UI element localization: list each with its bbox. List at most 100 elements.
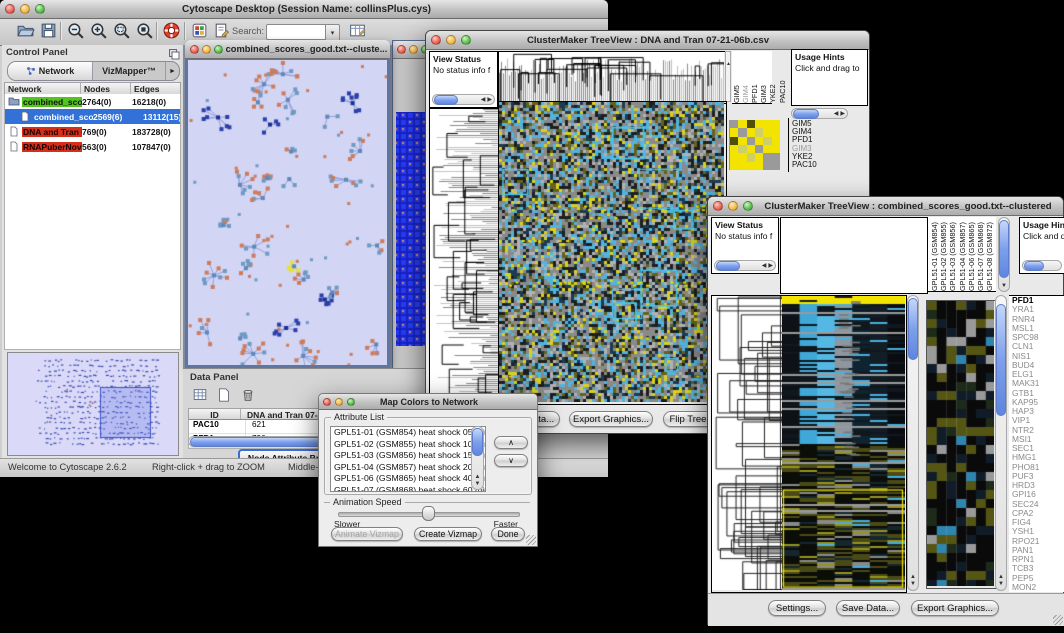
attribute-list-item[interactable]: GPL51-06 (GSM865) heat shock 40 min (331, 473, 485, 485)
annotation-toolbar-icon[interactable] (212, 21, 231, 40)
scroll-up-icon[interactable]: ▲ (998, 574, 1004, 580)
scroll-right-icon[interactable]: ▶ (768, 263, 773, 269)
scroll-down-icon[interactable]: ▼ (475, 481, 481, 487)
resize-grip[interactable] (526, 535, 536, 545)
zoom-heatmap-vscrollbar[interactable]: ▲ ▼ (995, 295, 1007, 591)
treeview2-titlebar[interactable]: ClusterMaker TreeView : combined_scores_… (708, 197, 1063, 216)
overview-canvas[interactable] (8, 353, 178, 455)
network-row[interactable]: combined_sco 2569(6) 13112(15) (5, 109, 180, 124)
treeview2-zoom-heatmap[interactable] (926, 300, 997, 589)
scroll-down-icon[interactable]: ▼ (910, 581, 916, 587)
table-grid-icon[interactable] (192, 387, 208, 403)
dendrogram-vscrollbar[interactable]: ▲ (725, 51, 731, 102)
attribute-listbox[interactable]: GPL51-01 (GSM854) heat shock 05 minGPL51… (330, 426, 486, 492)
treeview1-heatmap[interactable] (498, 101, 727, 405)
scroll-down-icon[interactable]: ▼ (1001, 283, 1007, 289)
treeview1-titlebar[interactable]: ClusterMaker TreeView : DNA and Tran 07-… (426, 31, 869, 50)
minimize-icon[interactable] (446, 35, 456, 45)
attribute-list-item[interactable]: GPL51-04 (GSM857) heat shock 20 min (331, 462, 485, 474)
zoom-window-icon[interactable] (743, 201, 753, 211)
move-down-button[interactable]: ∨ (494, 454, 528, 467)
minimize-icon[interactable] (335, 398, 343, 406)
zoom-window-icon[interactable] (35, 4, 45, 14)
scroll-left-icon[interactable]: ◀ (481, 97, 486, 103)
treeview1-row-dendrogram[interactable] (429, 108, 499, 405)
minimize-icon[interactable] (20, 4, 30, 14)
view-status-scrollbar[interactable]: ◀ ▶ (714, 260, 776, 271)
close-icon[interactable] (323, 398, 331, 406)
help-lifering-icon[interactable] (162, 21, 181, 40)
column-labels-vscrollbar[interactable]: ▼ (998, 217, 1010, 292)
zoom-selected-button[interactable] (112, 21, 131, 40)
treeview2-column-labels[interactable]: GPL51-01 (GSM854)GPL51-02 (GSM855)GPL51-… (928, 217, 996, 292)
attribute-list-item[interactable]: GPL51-02 (GSM855) heat shock 10 min (331, 439, 485, 451)
treeview2-heatmap[interactable] (782, 295, 907, 593)
open-session-button[interactable] (16, 21, 35, 40)
done-button[interactable]: Done (491, 527, 525, 541)
attribute-list-item[interactable]: GPL51-01 (GSM854) heat shock 05 min (331, 427, 485, 439)
main-titlebar[interactable]: Cytoscape Desktop (Session Name: collins… (0, 0, 608, 19)
minimize-icon[interactable] (202, 45, 211, 54)
network-row[interactable]: combined_scores 2764(0) 16218(0) (5, 94, 180, 109)
animate-vizmap-button[interactable]: Animate Vizmap (331, 527, 403, 541)
scroll-up-icon[interactable]: ▲ (910, 574, 916, 580)
close-icon[interactable] (190, 45, 199, 54)
create-vizmap-button[interactable]: Create Vizmap (414, 527, 482, 541)
resize-grip[interactable] (1053, 615, 1063, 625)
search-input[interactable] (266, 24, 326, 40)
new-attribute-icon[interactable] (216, 387, 232, 403)
export-graphics-button[interactable]: Export Graphics... (911, 600, 999, 616)
view-status-scrollbar[interactable]: ◀ ▶ (432, 94, 495, 105)
attribute-list-scrollbar[interactable]: ▲ ▼ (471, 426, 484, 490)
usage-hints-scrollbar[interactable] (1022, 260, 1062, 271)
scroll-left-icon[interactable]: ◀ (834, 111, 839, 117)
zoom-in-button[interactable] (89, 21, 108, 40)
tab-vizmapper[interactable]: VizMapper™ (93, 62, 166, 80)
network-row[interactable]: DNA and Tran 07 769(0) 183728(0) (5, 124, 180, 139)
attribute-list-item[interactable]: GPL51-07 (GSM868) heat shock 60 min (331, 485, 485, 493)
minimize-icon[interactable] (728, 201, 738, 211)
treeview1-column-labels[interactable]: GIM5GIM4PFD1GIM3YKE2PAC10 (732, 51, 772, 104)
attribute-browser-toolbar-icon[interactable] (348, 21, 367, 40)
scroll-up-icon[interactable]: ▲ (475, 474, 481, 480)
tab-network[interactable]: Network (8, 62, 93, 80)
dense-network-view-canvas[interactable] (396, 112, 426, 346)
treeview1-zoom-matrix[interactable] (729, 120, 780, 170)
float-panel-icon[interactable] (168, 47, 180, 59)
speed-slider-thumb[interactable] (422, 506, 435, 521)
treeview2-column-dendrogram[interactable] (780, 217, 928, 294)
close-icon[interactable] (5, 4, 15, 14)
close-icon[interactable] (431, 35, 441, 45)
attribute-list-item[interactable]: GPL51-03 (GSM856) heat shock 15 min (331, 450, 485, 462)
minimize-icon[interactable] (409, 45, 418, 54)
tab-overflow-arrow[interactable]: ► (166, 62, 179, 80)
network-view-canvas[interactable] (188, 60, 387, 365)
heatmap-vscrollbar[interactable]: ▲ ▼ (907, 295, 919, 591)
move-up-button[interactable]: ∧ (494, 436, 528, 449)
network-row[interactable]: RNAPuberNov2+ 563(0) 107847(0) (5, 139, 180, 154)
delete-attribute-trash-icon[interactable] (240, 387, 256, 403)
settings-button[interactable]: Settings... (768, 600, 826, 616)
network-window-1[interactable]: combined_scores_good.txt--cluste... (185, 40, 390, 368)
network-overview-panel[interactable] (7, 352, 179, 456)
scroll-down-icon[interactable]: ▼ (998, 581, 1004, 587)
gene-label[interactable]: MON2 (1009, 583, 1064, 592)
zoom-window-icon[interactable] (214, 45, 223, 54)
zoom-out-button[interactable] (66, 21, 85, 40)
scroll-left-icon[interactable]: ◀ (762, 263, 767, 269)
treeview2-gene-labels[interactable]: PFD1YRA1RNR4MSL1SPC98CLN1NIS1BUD4ELG1MAK… (1009, 295, 1064, 592)
save-session-button[interactable] (39, 21, 58, 40)
treeview2-row-dendrogram[interactable] (711, 295, 783, 593)
scroll-right-icon[interactable]: ▶ (840, 111, 845, 117)
export-graphics-button[interactable]: Export Graphics... (569, 411, 653, 427)
vizmapper-toolbar-icon[interactable] (190, 21, 209, 40)
treeview1-column-dendrogram[interactable] (498, 51, 727, 104)
scroll-right-icon[interactable]: ▶ (487, 97, 492, 103)
dialog-titlebar[interactable]: Map Colors to Network (319, 394, 537, 410)
zoom-window-icon[interactable] (347, 398, 355, 406)
close-icon[interactable] (713, 201, 723, 211)
treeview1-label-hscrollbar[interactable]: ◀ ▶ (791, 108, 848, 119)
save-data-button[interactable]: Save Data... (836, 600, 900, 616)
zoom-window-icon[interactable] (461, 35, 471, 45)
zoom-fit-button[interactable] (135, 21, 154, 40)
